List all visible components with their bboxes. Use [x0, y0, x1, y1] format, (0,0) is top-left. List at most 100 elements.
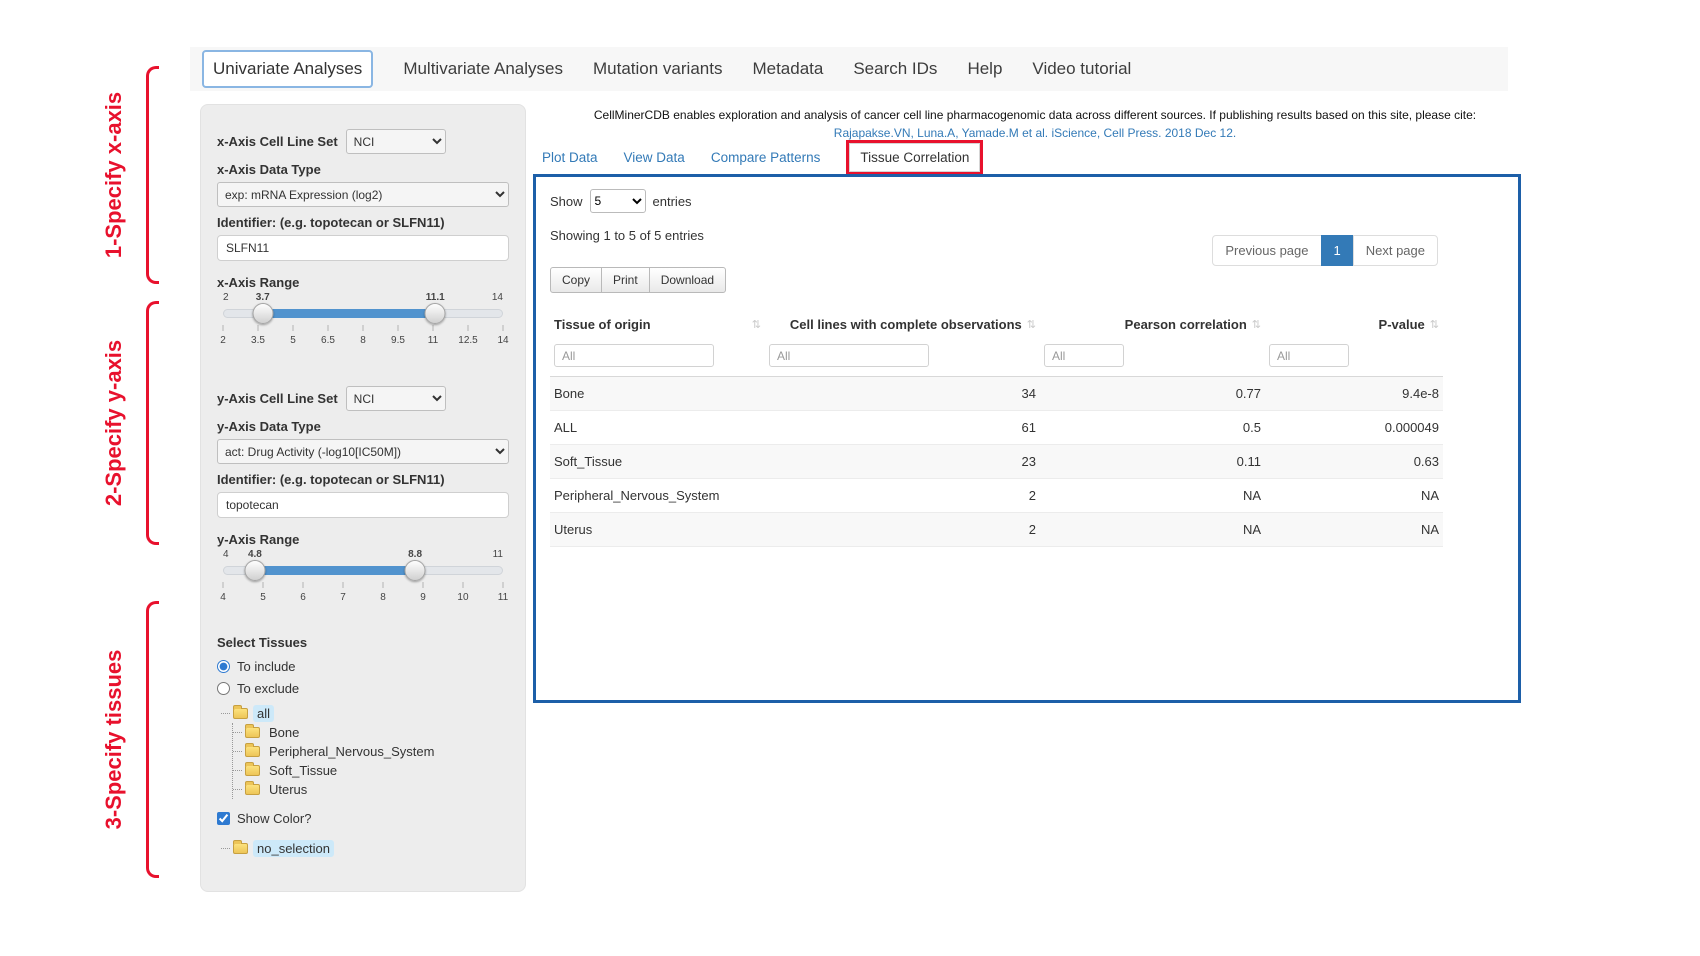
selection-tree: no_selection — [221, 839, 509, 858]
exclude-radio[interactable] — [217, 682, 230, 695]
show-color-checkbox[interactable] — [217, 812, 230, 825]
cell-p-value: 9.4e-8 — [1265, 377, 1443, 411]
download-button[interactable]: Download — [649, 267, 726, 293]
tissue-tree: all Bone Peripheral_Nervous_System Soft_… — [221, 704, 509, 799]
filter-tissue-input[interactable] — [554, 344, 714, 367]
tissue-correlation-table: Tissue of origin ⇅ Cell lines with compl… — [550, 309, 1443, 547]
y-axis-range-label: y-Axis Range — [217, 532, 509, 547]
tree-node-bone-label: Bone — [265, 724, 303, 741]
header-p-value[interactable]: P-value ⇅ — [1265, 309, 1443, 340]
folder-icon — [245, 784, 260, 795]
cell-p-value: 0.000049 — [1265, 411, 1443, 445]
cell-pearson: 0.77 — [1040, 377, 1265, 411]
filter-p-value-input[interactable] — [1269, 344, 1349, 367]
y-range-max-label: 11 — [493, 549, 503, 560]
show-color-label: Show Color? — [237, 811, 311, 826]
tab-plot-data[interactable]: Plot Data — [542, 150, 598, 165]
show-entries-row: Show 5 entries — [550, 189, 1504, 213]
x-range-handle-from[interactable] — [252, 303, 273, 324]
nav-tab-metadata[interactable]: Metadata — [752, 59, 823, 79]
tab-view-data[interactable]: View Data — [624, 150, 685, 165]
x-axis-cell-line-set-select[interactable]: NCI — [346, 129, 446, 154]
y-axis-cell-line-set-select[interactable]: NCI — [346, 386, 446, 411]
y-range-to-value: 8.8 — [408, 549, 422, 560]
folder-icon — [233, 843, 248, 854]
tab-tissue-correlation[interactable]: Tissue Correlation — [849, 143, 980, 172]
y-range-fill — [255, 566, 415, 575]
tree-node-no-selection-label: no_selection — [253, 840, 334, 857]
table-row: Uterus 2 NA NA — [550, 513, 1443, 547]
copy-button[interactable]: Copy — [550, 267, 602, 293]
table-filter-row — [550, 340, 1443, 377]
x-axis-data-type-select[interactable]: exp: mRNA Expression (log2) — [217, 182, 509, 207]
export-buttons: Copy Print Download — [550, 267, 1504, 293]
citation-block: CellMinerCDB enables exploration and ana… — [545, 106, 1525, 142]
y-range-handle-from[interactable] — [244, 560, 265, 581]
y-axis-identifier-input[interactable] — [217, 492, 509, 518]
cell-tissue: Soft_Tissue — [550, 445, 765, 479]
analysis-tabs: Plot Data View Data Compare Patterns Tis… — [542, 141, 983, 174]
pagination: Previous page 1 Next page — [1212, 235, 1438, 266]
tree-node-no-selection[interactable]: no_selection — [221, 839, 509, 858]
y-axis-data-type-select[interactable]: act: Drug Activity (-log10[IC50M]) — [217, 439, 509, 464]
x-axis-range-slider: 2 3.7 11.1 14 2 3.5 5 6.5 8 9.5 11 12.5 … — [223, 292, 503, 352]
cell-p-value: NA — [1265, 479, 1443, 513]
tissues-exclude-option[interactable]: To exclude — [217, 681, 509, 696]
x-axis-identifier-label: Identifier: (e.g. topotecan or SLFN11) — [217, 215, 509, 230]
tree-node-all[interactable]: all — [221, 704, 509, 723]
settings-sidebar: x-Axis Cell Line Set NCI x-Axis Data Typ… — [200, 104, 526, 892]
tissues-include-option[interactable]: To include — [217, 659, 509, 674]
sort-icon[interactable]: ⇅ — [1252, 318, 1261, 331]
header-pearson-correlation[interactable]: Pearson correlation ⇅ — [1040, 309, 1265, 340]
show-color-option[interactable]: Show Color? — [217, 811, 509, 826]
tab-compare-patterns[interactable]: Compare Patterns — [711, 150, 821, 165]
x-range-handle-to[interactable] — [425, 303, 446, 324]
entries-per-page-select[interactable]: 5 — [590, 189, 646, 213]
nav-tab-multivariate-analyses[interactable]: Multivariate Analyses — [403, 59, 563, 79]
tree-node-peripheral-nervous-system[interactable]: Peripheral_Nervous_System — [233, 742, 509, 761]
cell-cell-lines: 2 — [765, 479, 1040, 513]
select-tissues-title: Select Tissues — [217, 635, 509, 650]
y-range-handle-to[interactable] — [405, 560, 426, 581]
tree-node-bone[interactable]: Bone — [233, 723, 509, 742]
sort-icon[interactable]: ⇅ — [752, 318, 761, 331]
tree-node-soft-tissue[interactable]: Soft_Tissue — [233, 761, 509, 780]
print-button[interactable]: Print — [601, 267, 650, 293]
nav-tab-video-tutorial[interactable]: Video tutorial — [1032, 59, 1131, 79]
cell-p-value: 0.63 — [1265, 445, 1443, 479]
include-radio[interactable] — [217, 660, 230, 673]
sort-icon[interactable]: ⇅ — [1027, 318, 1036, 331]
tissue-correlation-panel: Show 5 entries Showing 1 to 5 of 5 entri… — [533, 174, 1521, 703]
nav-tab-univariate-analyses[interactable]: Univariate Analyses — [202, 50, 373, 88]
table-row: Bone 34 0.77 9.4e-8 — [550, 377, 1443, 411]
sort-icon[interactable]: ⇅ — [1430, 318, 1439, 331]
top-navbar: Univariate Analyses Multivariate Analyse… — [190, 47, 1508, 91]
nav-tab-search-ids[interactable]: Search IDs — [853, 59, 937, 79]
header-cell-lines[interactable]: Cell lines with complete observations ⇅ — [765, 309, 1040, 340]
x-range-max-label: 14 — [492, 292, 503, 303]
cell-cell-lines: 23 — [765, 445, 1040, 479]
annotation-bracket-2 — [146, 301, 159, 545]
filter-pearson-input[interactable] — [1044, 344, 1124, 367]
filter-cell-lines-input[interactable] — [769, 344, 929, 367]
y-axis-identifier-label: Identifier: (e.g. topotecan or SLFN11) — [217, 472, 509, 487]
tree-node-uterus[interactable]: Uterus — [233, 780, 509, 799]
page-number-button[interactable]: 1 — [1321, 235, 1354, 266]
tree-node-soft-tissue-label: Soft_Tissue — [265, 762, 341, 779]
tissue-correlation-annotation-box: Tissue Correlation — [846, 140, 983, 175]
annotation-bracket-1 — [146, 66, 159, 284]
entries-label: entries — [653, 194, 692, 209]
x-axis-cell-line-set-label: x-Axis Cell Line Set — [217, 134, 338, 149]
table-row: Soft_Tissue 23 0.11 0.63 — [550, 445, 1443, 479]
annotation-step1-label: 1-Specify x-axis — [101, 66, 127, 284]
show-label: Show — [550, 194, 583, 209]
previous-page-button[interactable]: Previous page — [1212, 235, 1321, 266]
nav-tab-help[interactable]: Help — [967, 59, 1002, 79]
x-axis-identifier-input[interactable] — [217, 235, 509, 261]
next-page-button[interactable]: Next page — [1353, 235, 1438, 266]
header-tissue-of-origin[interactable]: Tissue of origin ⇅ — [550, 309, 765, 340]
x-range-to-value: 11.1 — [426, 292, 445, 303]
nav-tab-mutation-variants[interactable]: Mutation variants — [593, 59, 722, 79]
citation-reference-link[interactable]: Rajapakse.VN, Luna.A, Yamade.M et al. iS… — [545, 124, 1525, 142]
cell-tissue: Peripheral_Nervous_System — [550, 479, 765, 513]
